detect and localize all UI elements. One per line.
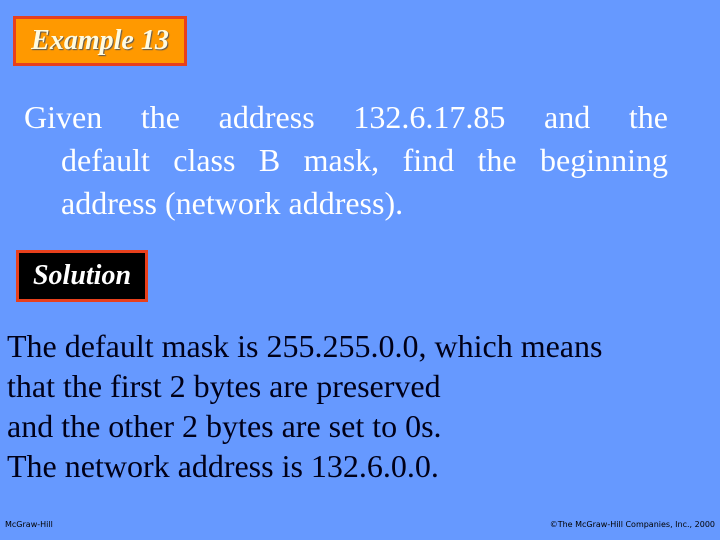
problem-line: Given the address 132.6.17.85 and the [24, 99, 668, 135]
problem-line: default class B mask, find the beginning [61, 142, 668, 178]
problem-line: address (network address). [61, 185, 404, 221]
solution-line: and the other 2 bytes are set to 0s. [7, 408, 442, 444]
footer-publisher: McGraw-Hill [5, 520, 53, 529]
example-label: Example 13 [13, 16, 187, 66]
solution-label: Solution [16, 250, 148, 302]
problem-statement: Given the address 132.6.17.85 and the de… [24, 96, 668, 225]
solution-text: The default mask is 255.255.0.0, which m… [7, 326, 602, 486]
solution-line: The network address is 132.6.0.0. [7, 448, 439, 484]
footer-copyright: ©The McGraw-Hill Companies, Inc., 2000 [549, 520, 715, 529]
solution-line: that the first 2 bytes are preserved [7, 368, 441, 404]
solution-line: The default mask is 255.255.0.0, which m… [7, 328, 603, 364]
